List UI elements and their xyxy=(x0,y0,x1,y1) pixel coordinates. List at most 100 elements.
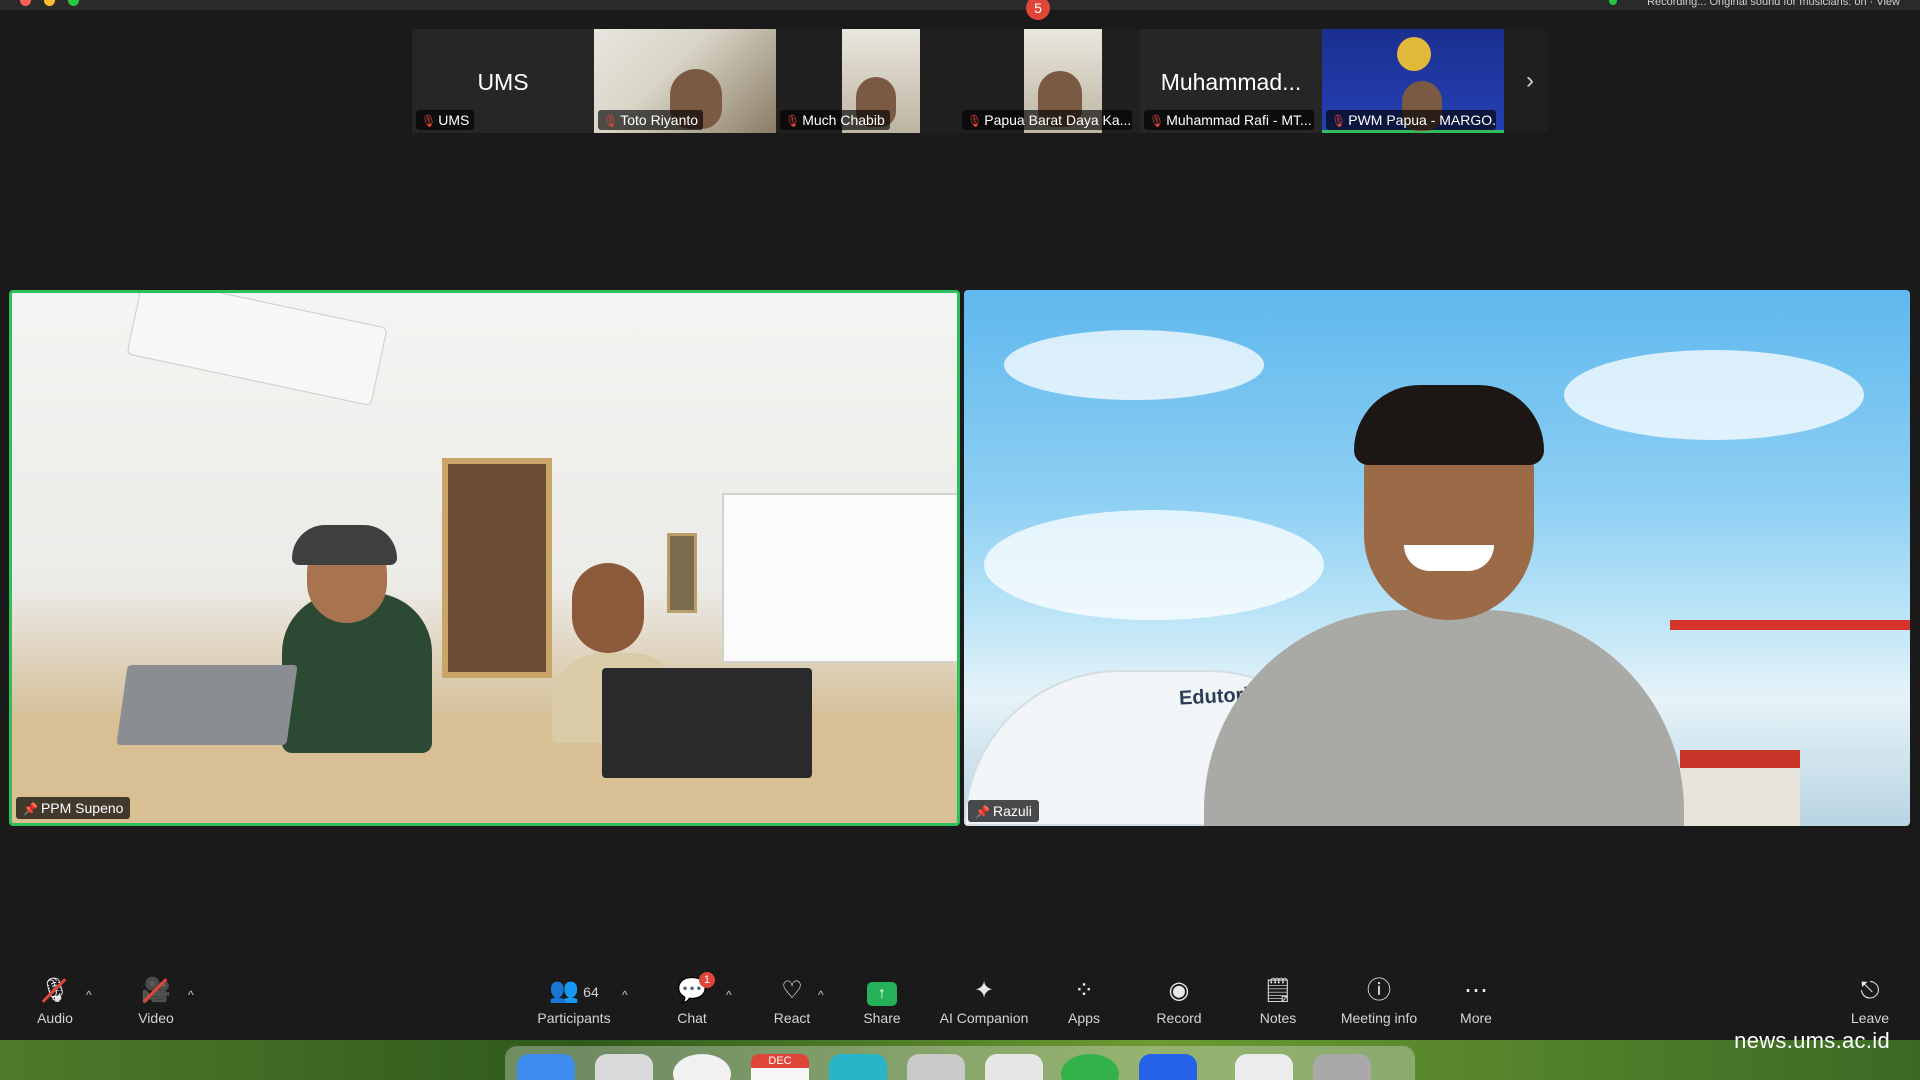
mic-muted-icon: 🎙 xyxy=(1331,114,1347,128)
sparkle-icon: ✦ xyxy=(973,977,995,1004)
audio-label: Audio xyxy=(37,1010,73,1026)
muhammadiyah-logo-icon xyxy=(1397,37,1431,71)
thumbnail-caption-text: Toto Riyanto xyxy=(620,112,699,128)
chat-options-caret-icon[interactable]: ^ xyxy=(726,988,732,1002)
react-label: React xyxy=(773,1010,811,1026)
air-conditioner xyxy=(126,293,388,407)
video-name-text: PPM Supeno xyxy=(40,800,124,816)
calendar-icon[interactable]: DEC xyxy=(751,1054,809,1080)
next-page-chevron-icon[interactable]: › xyxy=(1512,29,1548,133)
apps-label: Apps xyxy=(1068,1010,1100,1026)
iphone-mirroring-icon[interactable] xyxy=(907,1054,965,1080)
trash-icon[interactable] xyxy=(1313,1054,1371,1080)
bridge xyxy=(1670,620,1910,740)
thumbnail-much-chabib[interactable]: 🎙 Much Chabib xyxy=(776,29,958,133)
participants-options-caret-icon[interactable]: ^ xyxy=(622,988,628,1002)
thumbnail-toto-riyanto[interactable]: 🎙 Toto Riyanto xyxy=(594,29,776,133)
record-button[interactable]: ◉ Record xyxy=(1152,962,1206,1038)
mic-muted-icon: 🎙 xyxy=(967,114,983,128)
thumbnail-muhammad-rafi[interactable]: Muhammad... 🎙 Muhammad Rafi - MT... xyxy=(1140,29,1322,133)
minimize-window-button[interactable] xyxy=(44,0,55,6)
react-button[interactable]: ♡ React xyxy=(766,962,818,1038)
thumbnail-caption: 🎙 Much Chabib xyxy=(780,110,890,130)
more-ellipsis-icon: ⋯ xyxy=(1464,977,1488,1004)
more-label: More xyxy=(1460,1010,1492,1026)
meeting-info-button[interactable]: ⓘ Meeting info xyxy=(1336,962,1422,1038)
video-tile-ppm-supeno[interactable]: 📌 PPM Supeno xyxy=(9,290,960,826)
chat-button[interactable]: 💬 1 Chat xyxy=(668,962,716,1038)
mic-muted-icon: 🎙 xyxy=(1149,114,1165,128)
meeting-info-label: Meeting info xyxy=(1340,1010,1418,1026)
apps-icon: ⁘ xyxy=(1073,977,1095,1004)
participants-button[interactable]: 👥 64 Participants xyxy=(528,962,620,1038)
audio-options-caret-icon[interactable]: ^ xyxy=(86,988,92,1002)
wall-painting xyxy=(442,458,552,678)
chrome-icon[interactable] xyxy=(673,1054,731,1080)
chat-label: Chat xyxy=(677,1010,707,1026)
react-options-caret-icon[interactable]: ^ xyxy=(818,988,824,1002)
document-icon[interactable] xyxy=(1235,1054,1293,1080)
meeting-controls-toolbar: 🎙 Audio ^ 🎥 Video ^ 👥64 Participants ^ 💬… xyxy=(0,962,1920,1038)
thumbnail-caption: 🎙 Muhammad Rafi - MT... xyxy=(1144,110,1314,130)
pin-icon: 📌 xyxy=(975,805,990,819)
thumbnail-papua-barat-daya[interactable]: 🎙 Papua Barat Daya Ka... xyxy=(958,29,1140,133)
calendar-month: DEC xyxy=(751,1054,809,1068)
zoom-window-button[interactable] xyxy=(68,0,79,6)
thumbnail-ums[interactable]: UMS 🎙 UMS xyxy=(412,29,594,133)
notes-button[interactable]: 🗒 Notes xyxy=(1256,962,1300,1038)
apps-button[interactable]: ⁘ Apps xyxy=(1062,962,1106,1038)
record-label: Record xyxy=(1156,1010,1202,1026)
video-tile-razuli[interactable]: Edutorium 📌 Razuli xyxy=(964,290,1910,826)
participants-count: 64 xyxy=(583,983,599,1000)
ai-companion-label: AI Companion xyxy=(939,1010,1029,1026)
thumbnail-caption: 🎙 Toto Riyanto xyxy=(598,110,704,130)
thumbnail-caption-text: Much Chabib xyxy=(802,112,885,128)
app-icon[interactable] xyxy=(985,1054,1043,1080)
participant-thumbnail-strip: UMS 🎙 UMS 🎙 Toto Riyanto 🎙 Much Chabib 🎙 Pap… xyxy=(412,29,1548,133)
close-window-button[interactable] xyxy=(20,0,31,6)
camera-off-icon: 🎥 xyxy=(141,976,171,1006)
participants-label: Participants xyxy=(537,1010,611,1026)
more-button[interactable]: ⋯ More xyxy=(1456,962,1496,1038)
messages-icon[interactable] xyxy=(829,1054,887,1080)
recording-status-text: Recording... Original sound for musician… xyxy=(1647,0,1900,8)
notes-icon: 🗒 xyxy=(1262,977,1294,1004)
thumbnail-caption-text: UMS xyxy=(438,112,470,128)
video-button[interactable]: 🎥 Video xyxy=(130,962,182,1038)
thumbnail-caption: 🎙 PWM Papua - MARGO... xyxy=(1326,110,1496,130)
info-icon: ⓘ xyxy=(1367,977,1391,1004)
thumbnail-pwm-papua[interactable]: 🎙 PWM Papua - MARGO... xyxy=(1322,29,1504,133)
audio-button[interactable]: 🎙 Audio xyxy=(30,962,80,1038)
person-right-head xyxy=(572,563,644,653)
dock-notification-badge: 5 xyxy=(1026,0,1050,20)
laptop-left xyxy=(116,665,298,745)
person-smile xyxy=(1404,545,1494,571)
mic-muted-icon: 🎙 xyxy=(421,114,437,128)
thumbnail-display-name: UMS xyxy=(477,69,529,95)
recording-status: Recording... Original sound for musician… xyxy=(1609,0,1900,8)
chat-badge: 1 xyxy=(698,972,715,988)
person-left-cap xyxy=(292,525,397,565)
share-button[interactable]: ↑ Share xyxy=(856,962,908,1038)
mic-muted-icon: 🎙 xyxy=(603,114,619,128)
ai-companion-button[interactable]: ✦ AI Companion xyxy=(936,962,1032,1038)
thumbnail-caption-text: PWM Papua - MARGO... xyxy=(1348,112,1496,128)
thumbnail-caption-text: Papua Barat Daya Ka... xyxy=(984,112,1132,128)
zoom-icon[interactable] xyxy=(1139,1054,1197,1080)
video-options-caret-icon[interactable]: ^ xyxy=(188,988,194,1002)
person-hair xyxy=(1354,385,1544,465)
laptop-right xyxy=(602,668,812,778)
utorrent-icon[interactable] xyxy=(1061,1054,1119,1080)
leave-button[interactable]: ⎋ Leave xyxy=(1850,962,1890,1038)
finder-icon[interactable] xyxy=(517,1054,575,1080)
video-name-tag: 📌 Razuli xyxy=(968,800,1039,822)
thumbnail-caption: 🎙 Papua Barat Daya Ka... xyxy=(962,110,1132,130)
video-label: Video xyxy=(138,1010,174,1026)
launchpad-icon[interactable] xyxy=(595,1054,653,1080)
cloud xyxy=(984,510,1324,620)
projection-screen xyxy=(722,493,957,663)
person-body xyxy=(1204,610,1684,826)
share-screen-icon: ↑ xyxy=(867,976,897,1006)
video-name-text: Razuli xyxy=(992,803,1032,819)
status-dot-icon xyxy=(1609,0,1618,5)
